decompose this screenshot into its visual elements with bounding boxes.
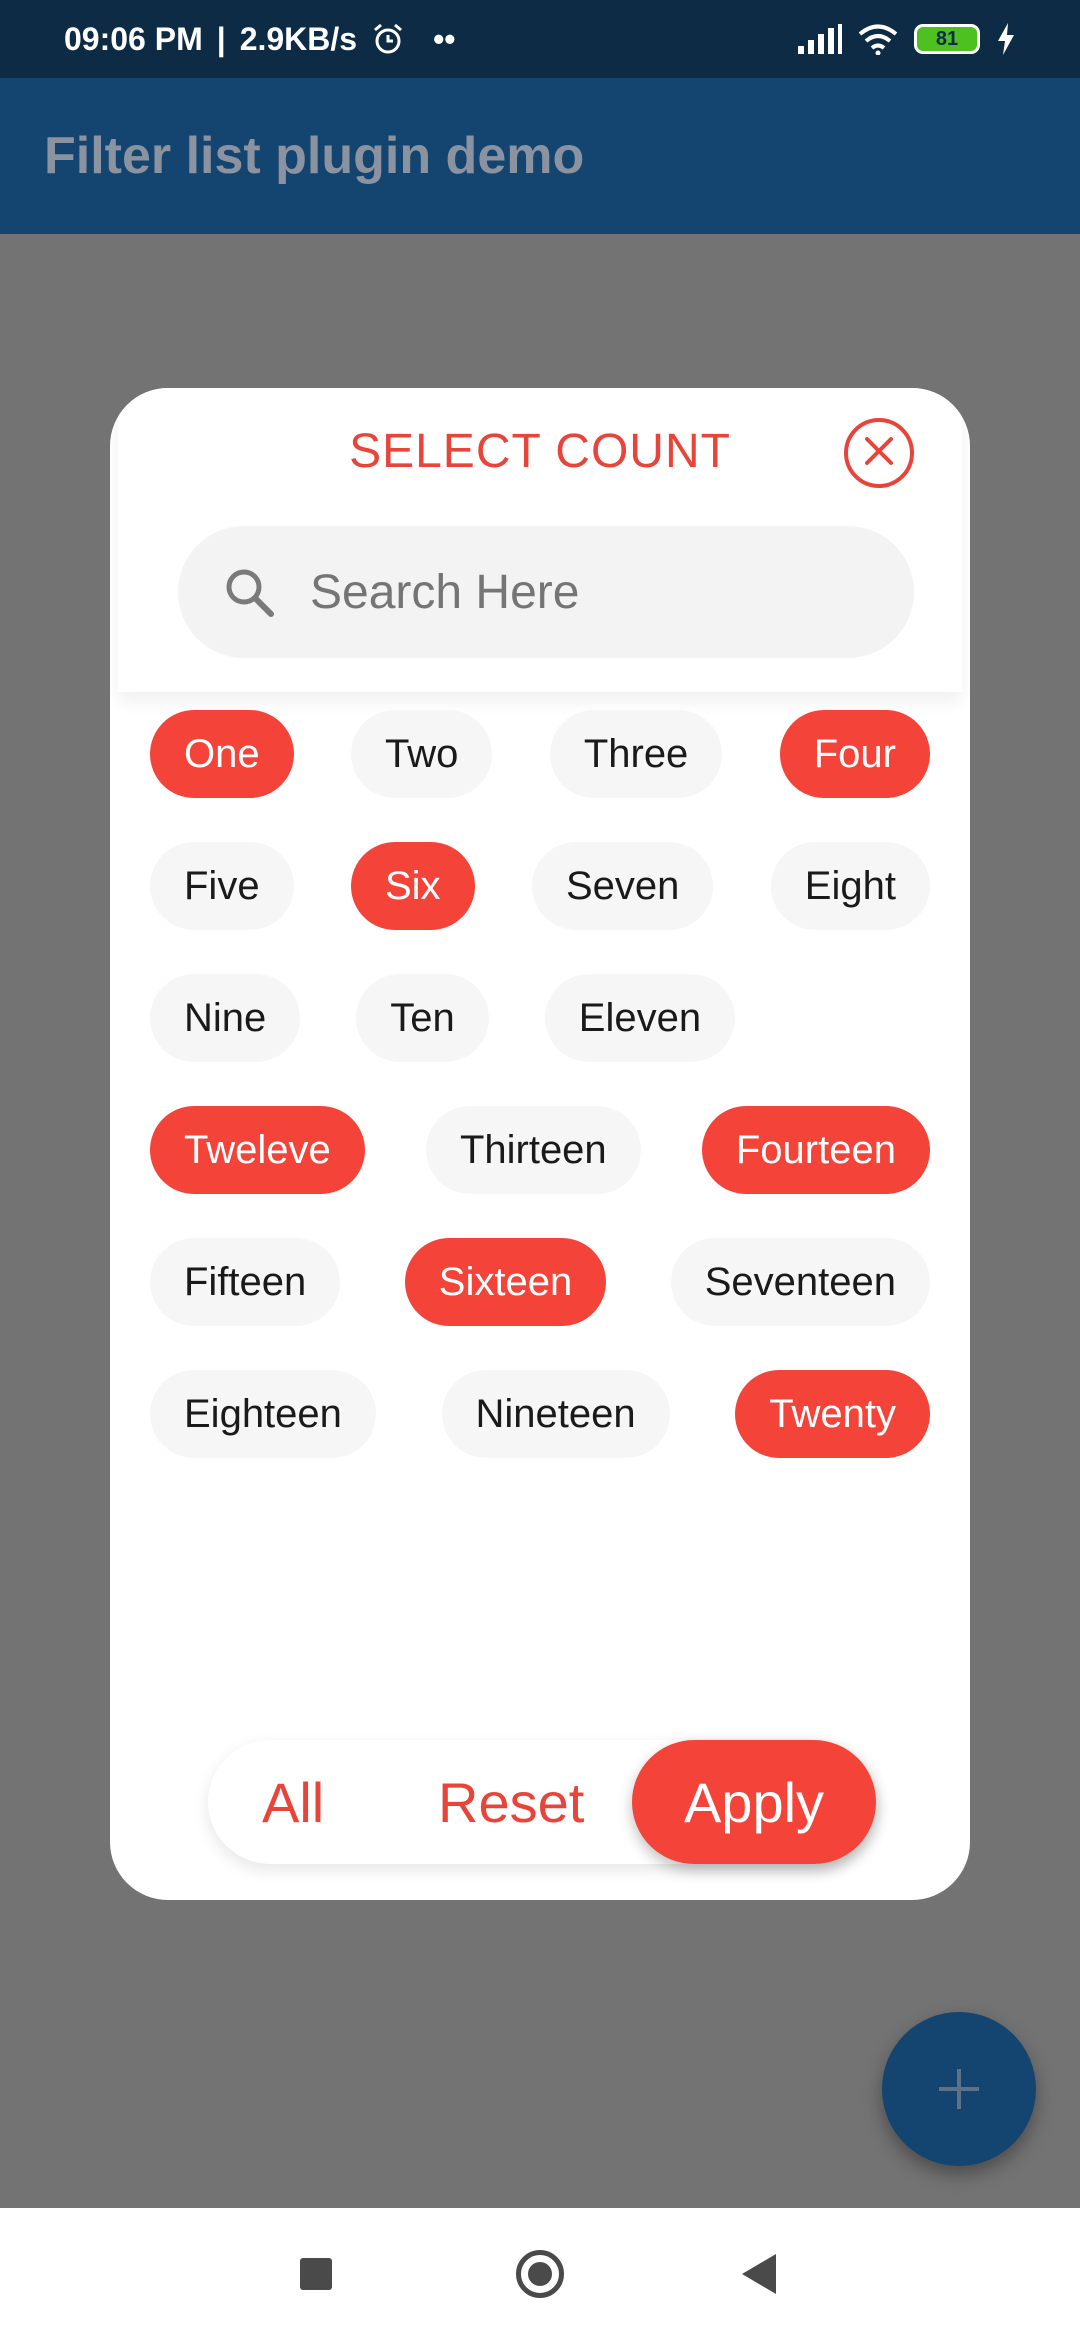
apply-button[interactable]: Apply <box>632 1740 876 1864</box>
filter-chip[interactable]: Six <box>350 842 475 930</box>
filter-chip[interactable]: Five <box>150 842 294 930</box>
filter-chip[interactable]: Eighteen <box>150 1370 376 1458</box>
filter-chip[interactable]: Seventeen <box>670 1238 930 1326</box>
filter-chip[interactable]: Four <box>779 710 930 798</box>
all-button[interactable]: All <box>262 1740 324 1864</box>
action-bar: All Reset Apply <box>208 1740 876 1864</box>
home-icon[interactable] <box>516 2250 564 2298</box>
filter-chip[interactable]: Two <box>351 710 493 798</box>
dialog-header: SELECT COUNT <box>118 388 962 692</box>
chip-row: Nine Ten Eleven <box>110 974 970 1062</box>
screen: 09:06 PM | 2.9KB/s •• 81 Filter list plu… <box>0 0 1080 2340</box>
filter-chip[interactable]: Nineteen <box>441 1370 670 1458</box>
wifi-icon <box>858 24 898 55</box>
network-speed: 2.9KB/s <box>239 20 358 57</box>
filter-chip[interactable]: Eleven <box>544 974 736 1062</box>
signal-icon <box>798 24 842 54</box>
filter-chip[interactable]: Thirteen <box>425 1106 641 1194</box>
chip-row: Eighteen Nineteen Twenty <box>110 1370 970 1458</box>
chip-row: Fifteen Sixteen Seventeen <box>110 1238 970 1326</box>
filter-chip[interactable]: One <box>150 710 294 798</box>
status-separator: | <box>216 20 226 57</box>
chip-list: One Two Three Four Five Six Seven Eight Nine Ten E… <box>110 710 970 1502</box>
chip-row: One Two Three Four <box>110 710 970 798</box>
notification-dots: •• <box>433 20 456 57</box>
filter-chip[interactable]: Tweleve <box>150 1106 365 1194</box>
alarm-icon <box>374 23 403 54</box>
add-fab-button[interactable] <box>882 2012 1036 2166</box>
filter-chip[interactable]: Ten <box>356 974 489 1062</box>
filter-chip[interactable]: Fourteen <box>701 1106 930 1194</box>
chip-row: Five Six Seven Eight <box>110 842 970 930</box>
recents-icon[interactable] <box>300 2258 332 2290</box>
search-input[interactable] <box>310 564 870 620</box>
chip-row: Tweleve Thirteen Fourteen <box>110 1106 970 1194</box>
app-bar: Filter list plugin demo <box>0 78 1080 234</box>
filter-chip[interactable]: Nine <box>150 974 301 1062</box>
back-icon[interactable] <box>742 2254 776 2294</box>
navigation-bar <box>0 2208 1080 2340</box>
battery-icon: 81 <box>914 24 980 54</box>
charging-icon <box>998 23 1014 55</box>
filter-dialog: SELECT COUNT One Two Three Four Five Six Seven… <box>110 388 970 1900</box>
filter-chip[interactable]: Sixteen <box>404 1238 607 1326</box>
filter-chip[interactable]: Twenty <box>735 1370 930 1458</box>
filter-chip[interactable]: Eight <box>770 842 930 930</box>
search-bar[interactable] <box>178 526 914 658</box>
search-icon <box>226 569 274 617</box>
clock: 09:06 PM <box>64 20 203 57</box>
filter-chip[interactable]: Three <box>549 710 723 798</box>
reset-button[interactable]: Reset <box>438 1740 584 1864</box>
app-title: Filter list plugin demo <box>44 127 585 185</box>
filter-chip[interactable]: Fifteen <box>150 1238 341 1326</box>
close-button[interactable] <box>844 418 914 488</box>
dialog-title: SELECT COUNT <box>349 425 731 478</box>
status-bar: 09:06 PM | 2.9KB/s •• 81 <box>0 0 1080 78</box>
filter-chip[interactable]: Seven <box>531 842 714 930</box>
